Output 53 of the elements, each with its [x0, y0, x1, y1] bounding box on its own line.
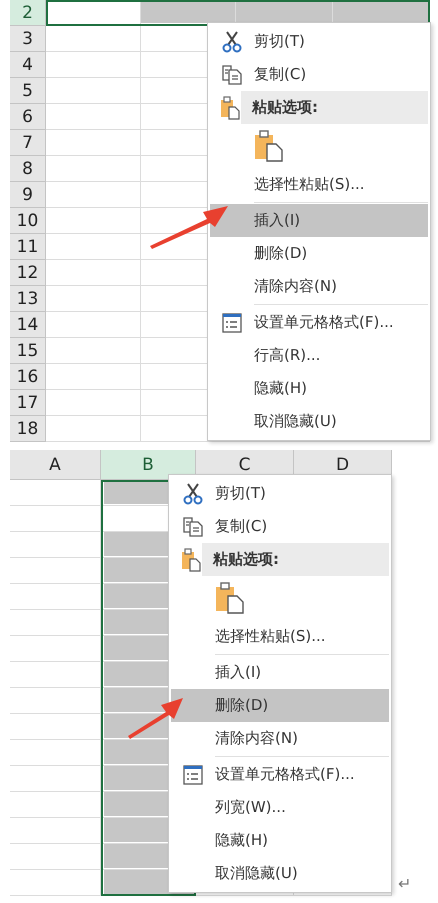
- menu-item[interactable]: 插入(I): [171, 656, 389, 689]
- row-header[interactable]: 18: [10, 416, 46, 442]
- row-header[interactable]: 3: [10, 26, 46, 52]
- row-header[interactable]: 17: [10, 390, 46, 416]
- row-header[interactable]: 12: [10, 260, 46, 286]
- menu-item[interactable]: 复制(C): [171, 510, 389, 543]
- paste-icon: [181, 548, 201, 572]
- row-header[interactable]: 13: [10, 286, 46, 312]
- menu-item[interactable]: 行高(R)...: [210, 339, 428, 372]
- menu-item[interactable]: 删除(D): [171, 689, 389, 722]
- menu-item[interactable]: 选择性粘贴(S)...: [210, 168, 428, 201]
- menu-item[interactable]: 设置单元格格式(F)...: [210, 306, 428, 339]
- copy-icon: [183, 516, 203, 536]
- scissors-icon: [183, 482, 203, 504]
- menu-item[interactable]: 插入(I): [210, 204, 428, 237]
- scissors-icon: [222, 30, 242, 52]
- pointer-arrow: [128, 698, 183, 739]
- row-header[interactable]: 8: [10, 156, 46, 182]
- row-header[interactable]: 6: [10, 104, 46, 130]
- row-header[interactable]: 10: [10, 208, 46, 234]
- copy-icon: [222, 64, 242, 84]
- menu-item[interactable]: 列宽(W)...: [171, 791, 389, 824]
- menu-item[interactable]: 删除(D): [210, 237, 428, 270]
- menu-item[interactable]: 清除内容(N): [210, 270, 428, 303]
- menu-item[interactable]: 剪切(T): [171, 477, 389, 510]
- format-cells-icon: [183, 764, 203, 784]
- menu-item[interactable]: 取消隐藏(U): [171, 857, 389, 890]
- paste-icon[interactable]: [215, 582, 245, 614]
- column-header[interactable]: B: [101, 450, 196, 480]
- row-header[interactable]: 16: [10, 364, 46, 390]
- menu-item[interactable]: 取消隐藏(U): [210, 405, 428, 438]
- row-header[interactable]: 4: [10, 52, 46, 78]
- menu-section-header: 粘贴选项:: [241, 91, 428, 124]
- row-header[interactable]: 7: [10, 130, 46, 156]
- menu-item[interactable]: 剪切(T): [210, 25, 428, 58]
- column-header[interactable]: A: [10, 450, 101, 480]
- menu-item[interactable]: 复制(C): [210, 58, 428, 91]
- row-header[interactable]: 14: [10, 312, 46, 338]
- menu-item[interactable]: 清除内容(N): [171, 722, 389, 755]
- paste-icon: [220, 96, 240, 120]
- menu-item[interactable]: 选择性粘贴(S)...: [171, 620, 389, 653]
- row-header[interactable]: 15: [10, 338, 46, 364]
- row-header[interactable]: 5: [10, 78, 46, 104]
- paste-icon[interactable]: [254, 130, 284, 162]
- return-mark: ↵: [398, 876, 412, 892]
- menu-section-header: 粘贴选项:: [202, 543, 389, 576]
- row-header[interactable]: 2: [10, 0, 46, 26]
- row-header[interactable]: 9: [10, 182, 46, 208]
- menu-item[interactable]: 隐藏(H): [210, 372, 428, 405]
- row-header[interactable]: 11: [10, 234, 46, 260]
- menu-item[interactable]: 设置单元格格式(F)...: [171, 758, 389, 791]
- format-cells-icon: [222, 312, 242, 332]
- menu-item[interactable]: 隐藏(H): [171, 824, 389, 857]
